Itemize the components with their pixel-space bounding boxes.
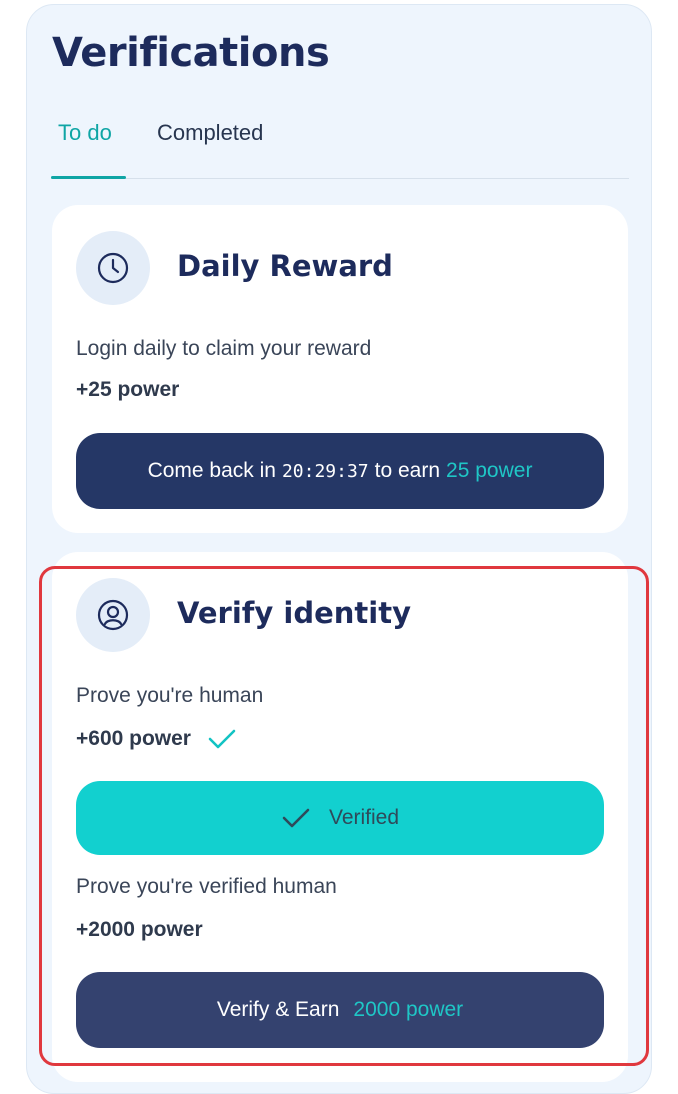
verify-earn-power-accent: 2000 power (353, 998, 464, 1021)
countdown-timer: 20:29:37 (281, 460, 369, 482)
prove-verified-human-description: Prove you're verified human (76, 875, 337, 898)
daily-reward-description: Login daily to claim your reward (76, 337, 372, 360)
verified-human-power: +2000 power (76, 918, 203, 941)
daily-reward-card: Daily Reward Login daily to claim your r… (52, 205, 628, 533)
daily-reward-title: Daily Reward (177, 249, 393, 283)
verify-and-earn-button[interactable]: Verify & Earn 2000 power (76, 972, 604, 1048)
come-back-button[interactable]: Come back in 20:29:37 to earn 25 power (76, 433, 604, 509)
verified-label: Verified (328, 806, 400, 829)
page-title: Verifications (52, 30, 330, 76)
check-icon (208, 729, 236, 749)
verified-check-icon (282, 808, 310, 828)
active-tab-indicator (51, 176, 126, 179)
tab-to-do[interactable]: To do (58, 120, 112, 146)
verify-earn-label: Verify & Earn (216, 998, 340, 1021)
tab-divider (51, 178, 629, 179)
prove-human-description: Prove you're human (76, 684, 264, 707)
verify-identity-card: Verify identity Prove you're human +600 … (52, 552, 628, 1082)
clock-icon-glyph (97, 252, 129, 284)
come-back-prefix: Come back in (147, 459, 276, 482)
human-power: +600 power (76, 727, 191, 750)
come-back-power-accent: 25 power (446, 459, 533, 482)
user-circle-icon (76, 578, 150, 652)
verify-identity-title: Verify identity (177, 596, 411, 630)
user-circle-icon-glyph (97, 599, 129, 631)
clock-icon (76, 231, 150, 305)
human-power-row: +600 power (76, 727, 237, 751)
come-back-middle: to earn (374, 459, 441, 482)
verified-button[interactable]: Verified (76, 781, 604, 855)
tab-completed[interactable]: Completed (157, 120, 263, 146)
daily-reward-power: +25 power (76, 378, 180, 401)
